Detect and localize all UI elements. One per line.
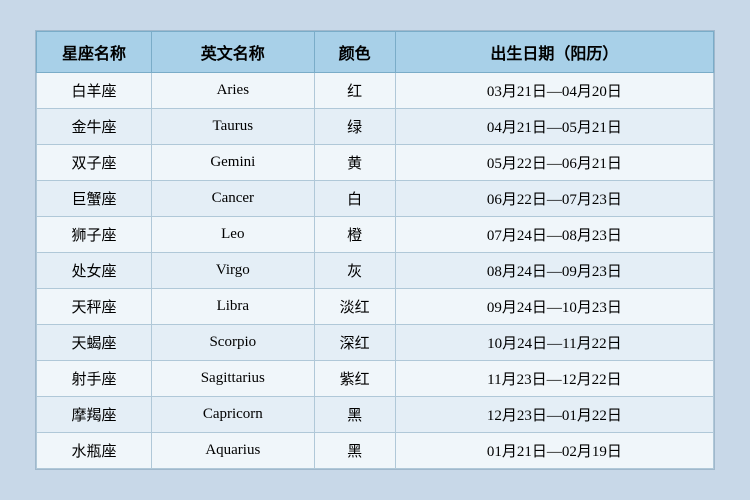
cell-english: Scorpio xyxy=(152,325,314,361)
cell-color: 深红 xyxy=(314,325,395,361)
cell-color: 黑 xyxy=(314,397,395,433)
cell-chinese: 金牛座 xyxy=(37,109,152,145)
table-row: 白羊座Aries红03月21日—04月20日 xyxy=(37,73,714,109)
cell-color: 黑 xyxy=(314,433,395,469)
table-row: 水瓶座Aquarius黑01月21日—02月19日 xyxy=(37,433,714,469)
cell-date: 10月24日—11月22日 xyxy=(395,325,713,361)
table-body: 白羊座Aries红03月21日—04月20日金牛座Taurus绿04月21日—0… xyxy=(37,73,714,469)
cell-date: 03月21日—04月20日 xyxy=(395,73,713,109)
table-row: 巨蟹座Cancer白06月22日—07月23日 xyxy=(37,181,714,217)
table-row: 摩羯座Capricorn黑12月23日—01月22日 xyxy=(37,397,714,433)
cell-date: 05月22日—06月21日 xyxy=(395,145,713,181)
cell-date: 01月21日—02月19日 xyxy=(395,433,713,469)
table-row: 狮子座Leo橙07月24日—08月23日 xyxy=(37,217,714,253)
cell-color: 红 xyxy=(314,73,395,109)
cell-english: Sagittarius xyxy=(152,361,314,397)
cell-color: 灰 xyxy=(314,253,395,289)
cell-chinese: 射手座 xyxy=(37,361,152,397)
cell-chinese: 摩羯座 xyxy=(37,397,152,433)
header-color: 颜色 xyxy=(314,32,395,73)
table-header-row: 星座名称 英文名称 颜色 出生日期（阳历） xyxy=(37,32,714,73)
cell-english: Libra xyxy=(152,289,314,325)
cell-date: 06月22日—07月23日 xyxy=(395,181,713,217)
cell-date: 08月24日—09月23日 xyxy=(395,253,713,289)
cell-chinese: 天秤座 xyxy=(37,289,152,325)
cell-english: Capricorn xyxy=(152,397,314,433)
cell-chinese: 狮子座 xyxy=(37,217,152,253)
zodiac-table-container: 星座名称 英文名称 颜色 出生日期（阳历） 白羊座Aries红03月21日—04… xyxy=(35,30,715,470)
cell-english: Cancer xyxy=(152,181,314,217)
cell-english: Taurus xyxy=(152,109,314,145)
cell-color: 紫红 xyxy=(314,361,395,397)
table-row: 金牛座Taurus绿04月21日—05月21日 xyxy=(37,109,714,145)
cell-date: 12月23日—01月22日 xyxy=(395,397,713,433)
table-row: 双子座Gemini黄05月22日—06月21日 xyxy=(37,145,714,181)
table-row: 天秤座Libra淡红09月24日—10月23日 xyxy=(37,289,714,325)
cell-english: Leo xyxy=(152,217,314,253)
cell-chinese: 双子座 xyxy=(37,145,152,181)
cell-date: 04月21日—05月21日 xyxy=(395,109,713,145)
cell-color: 绿 xyxy=(314,109,395,145)
cell-date: 09月24日—10月23日 xyxy=(395,289,713,325)
cell-color: 白 xyxy=(314,181,395,217)
cell-color: 橙 xyxy=(314,217,395,253)
zodiac-table: 星座名称 英文名称 颜色 出生日期（阳历） 白羊座Aries红03月21日—04… xyxy=(36,31,714,469)
cell-english: Aquarius xyxy=(152,433,314,469)
cell-color: 淡红 xyxy=(314,289,395,325)
header-date: 出生日期（阳历） xyxy=(395,32,713,73)
cell-chinese: 天蝎座 xyxy=(37,325,152,361)
table-row: 处女座Virgo灰08月24日—09月23日 xyxy=(37,253,714,289)
table-row: 天蝎座Scorpio深红10月24日—11月22日 xyxy=(37,325,714,361)
cell-date: 07月24日—08月23日 xyxy=(395,217,713,253)
cell-chinese: 白羊座 xyxy=(37,73,152,109)
header-english: 英文名称 xyxy=(152,32,314,73)
table-row: 射手座Sagittarius紫红11月23日—12月22日 xyxy=(37,361,714,397)
cell-chinese: 巨蟹座 xyxy=(37,181,152,217)
cell-english: Virgo xyxy=(152,253,314,289)
cell-chinese: 处女座 xyxy=(37,253,152,289)
cell-english: Aries xyxy=(152,73,314,109)
cell-date: 11月23日—12月22日 xyxy=(395,361,713,397)
header-chinese: 星座名称 xyxy=(37,32,152,73)
cell-color: 黄 xyxy=(314,145,395,181)
cell-english: Gemini xyxy=(152,145,314,181)
cell-chinese: 水瓶座 xyxy=(37,433,152,469)
